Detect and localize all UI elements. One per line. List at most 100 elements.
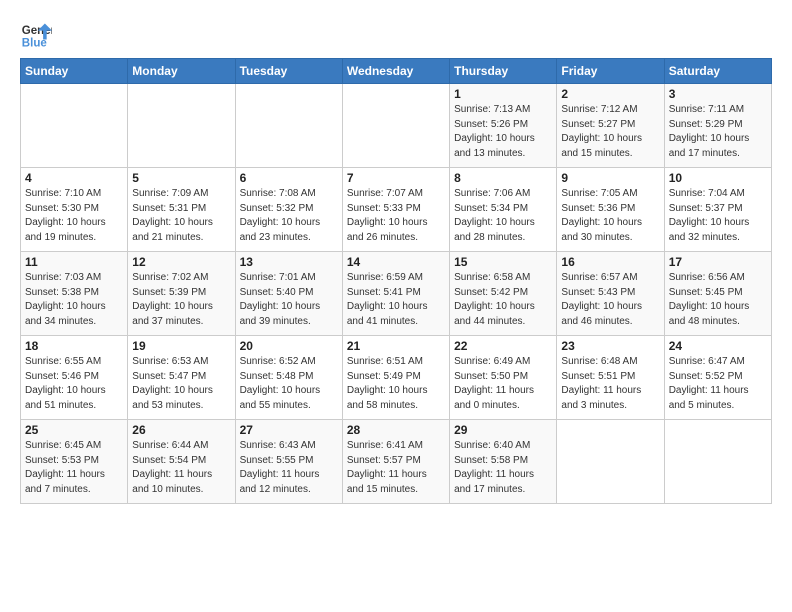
calendar-cell: 4 Sunrise: 7:10 AM Sunset: 5:30 PM Daylig… bbox=[21, 168, 128, 252]
logo: General Blue bbox=[20, 20, 52, 52]
calendar-cell bbox=[235, 84, 342, 168]
day-info: Sunrise: 6:52 AM Sunset: 5:48 PM Dayligh… bbox=[240, 355, 338, 413]
day-number: 1 bbox=[454, 87, 552, 101]
day-info: Sunrise: 7:11 AM Sunset: 5:29 PM Dayligh… bbox=[669, 103, 767, 161]
day-number: 8 bbox=[454, 171, 552, 185]
day-number: 28 bbox=[347, 423, 445, 437]
calendar-cell: 25 Sunrise: 6:45 AM Sunset: 5:53 PM Dayli… bbox=[21, 420, 128, 504]
calendar-cell: 22Sunrise: 6:49 AM Sunset: 5:50 PM Dayli… bbox=[450, 336, 557, 420]
calendar-body: 1 Sunrise: 7:13 AM Sunset: 5:26 PM Daylig… bbox=[21, 84, 772, 504]
day-info: Sunrise: 7:03 AM Sunset: 5:38 PM Dayligh… bbox=[25, 271, 123, 329]
day-number: 6 bbox=[240, 171, 338, 185]
day-info: Sunrise: 7:09 AM Sunset: 5:31 PM Dayligh… bbox=[132, 187, 230, 245]
calendar-cell: 5Sunrise: 7:09 AM Sunset: 5:31 PM Daylig… bbox=[128, 168, 235, 252]
header: General Blue bbox=[20, 16, 772, 52]
calendar-week-row: 25 Sunrise: 6:45 AM Sunset: 5:53 PM Dayli… bbox=[21, 420, 772, 504]
day-number: 16 bbox=[561, 255, 659, 269]
calendar-week-row: 18 Sunrise: 6:55 AM Sunset: 5:46 PM Dayli… bbox=[21, 336, 772, 420]
day-number: 13 bbox=[240, 255, 338, 269]
day-number: 20 bbox=[240, 339, 338, 353]
day-number: 26 bbox=[132, 423, 230, 437]
day-info: Sunrise: 6:47 AM Sunset: 5:52 PM Dayligh… bbox=[669, 355, 767, 413]
calendar-table: SundayMondayTuesdayWednesdayThursdayFrid… bbox=[20, 58, 772, 504]
day-info: Sunrise: 6:40 AM Sunset: 5:58 PM Dayligh… bbox=[454, 439, 552, 497]
calendar-week-row: 1 Sunrise: 7:13 AM Sunset: 5:26 PM Daylig… bbox=[21, 84, 772, 168]
day-number: 11 bbox=[25, 255, 123, 269]
calendar-cell bbox=[21, 84, 128, 168]
calendar-cell: 6Sunrise: 7:08 AM Sunset: 5:32 PM Daylig… bbox=[235, 168, 342, 252]
day-number: 2 bbox=[561, 87, 659, 101]
day-info: Sunrise: 7:10 AM Sunset: 5:30 PM Dayligh… bbox=[25, 187, 123, 245]
weekday-header-sunday: Sunday bbox=[21, 59, 128, 84]
calendar-cell: 27 Sunrise: 6:43 AM Sunset: 5:55 PM Dayli… bbox=[235, 420, 342, 504]
day-info: Sunrise: 6:45 AM Sunset: 5:53 PM Dayligh… bbox=[25, 439, 123, 497]
day-info: Sunrise: 7:04 AM Sunset: 5:37 PM Dayligh… bbox=[669, 187, 767, 245]
calendar-cell: 11 Sunrise: 7:03 AM Sunset: 5:38 PM Dayli… bbox=[21, 252, 128, 336]
day-info: Sunrise: 7:05 AM Sunset: 5:36 PM Dayligh… bbox=[561, 187, 659, 245]
calendar-cell bbox=[128, 84, 235, 168]
weekday-header-wednesday: Wednesday bbox=[342, 59, 449, 84]
day-info: Sunrise: 6:49 AM Sunset: 5:50 PM Dayligh… bbox=[454, 355, 552, 413]
calendar-cell: 9 Sunrise: 7:05 AM Sunset: 5:36 PM Daylig… bbox=[557, 168, 664, 252]
calendar-cell: 13 Sunrise: 7:01 AM Sunset: 5:40 PM Dayli… bbox=[235, 252, 342, 336]
day-number: 17 bbox=[669, 255, 767, 269]
day-number: 4 bbox=[25, 171, 123, 185]
day-number: 27 bbox=[240, 423, 338, 437]
calendar-cell: 19 Sunrise: 6:53 AM Sunset: 5:47 PM Dayli… bbox=[128, 336, 235, 420]
logo-icon: General Blue bbox=[20, 20, 52, 52]
calendar-cell: 20 Sunrise: 6:52 AM Sunset: 5:48 PM Dayli… bbox=[235, 336, 342, 420]
day-number: 10 bbox=[669, 171, 767, 185]
day-info: Sunrise: 6:43 AM Sunset: 5:55 PM Dayligh… bbox=[240, 439, 338, 497]
calendar-cell: 26 Sunrise: 6:44 AM Sunset: 5:54 PM Dayli… bbox=[128, 420, 235, 504]
calendar-cell: 24 Sunrise: 6:47 AM Sunset: 5:52 PM Dayli… bbox=[664, 336, 771, 420]
day-number: 3 bbox=[669, 87, 767, 101]
calendar-cell: 18 Sunrise: 6:55 AM Sunset: 5:46 PM Dayli… bbox=[21, 336, 128, 420]
day-info: Sunrise: 6:51 AM Sunset: 5:49 PM Dayligh… bbox=[347, 355, 445, 413]
day-info: Sunrise: 6:55 AM Sunset: 5:46 PM Dayligh… bbox=[25, 355, 123, 413]
day-info: Sunrise: 6:44 AM Sunset: 5:54 PM Dayligh… bbox=[132, 439, 230, 497]
day-info: Sunrise: 6:56 AM Sunset: 5:45 PM Dayligh… bbox=[669, 271, 767, 329]
day-number: 25 bbox=[25, 423, 123, 437]
weekday-header-friday: Friday bbox=[557, 59, 664, 84]
day-info: Sunrise: 7:06 AM Sunset: 5:34 PM Dayligh… bbox=[454, 187, 552, 245]
weekday-header-tuesday: Tuesday bbox=[235, 59, 342, 84]
day-info: Sunrise: 7:07 AM Sunset: 5:33 PM Dayligh… bbox=[347, 187, 445, 245]
calendar-cell: 8 Sunrise: 7:06 AM Sunset: 5:34 PM Daylig… bbox=[450, 168, 557, 252]
calendar-cell bbox=[342, 84, 449, 168]
page: General Blue SundayMondayTuesdayWednesda… bbox=[0, 0, 792, 514]
day-number: 21 bbox=[347, 339, 445, 353]
calendar-cell: 17 Sunrise: 6:56 AM Sunset: 5:45 PM Dayli… bbox=[664, 252, 771, 336]
day-number: 12 bbox=[132, 255, 230, 269]
calendar-cell: 2 Sunrise: 7:12 AM Sunset: 5:27 PM Daylig… bbox=[557, 84, 664, 168]
day-number: 19 bbox=[132, 339, 230, 353]
day-number: 15 bbox=[454, 255, 552, 269]
day-info: Sunrise: 6:59 AM Sunset: 5:41 PM Dayligh… bbox=[347, 271, 445, 329]
day-number: 14 bbox=[347, 255, 445, 269]
calendar-cell bbox=[557, 420, 664, 504]
calendar-week-row: 4 Sunrise: 7:10 AM Sunset: 5:30 PM Daylig… bbox=[21, 168, 772, 252]
day-info: Sunrise: 7:13 AM Sunset: 5:26 PM Dayligh… bbox=[454, 103, 552, 161]
calendar-header-row: SundayMondayTuesdayWednesdayThursdayFrid… bbox=[21, 59, 772, 84]
calendar-cell: 16 Sunrise: 6:57 AM Sunset: 5:43 PM Dayli… bbox=[557, 252, 664, 336]
calendar-cell bbox=[664, 420, 771, 504]
day-info: Sunrise: 6:48 AM Sunset: 5:51 PM Dayligh… bbox=[561, 355, 659, 413]
calendar-cell: 3 Sunrise: 7:11 AM Sunset: 5:29 PM Daylig… bbox=[664, 84, 771, 168]
day-info: Sunrise: 6:53 AM Sunset: 5:47 PM Dayligh… bbox=[132, 355, 230, 413]
day-number: 18 bbox=[25, 339, 123, 353]
calendar-cell: 14 Sunrise: 6:59 AM Sunset: 5:41 PM Dayli… bbox=[342, 252, 449, 336]
calendar-cell: 10 Sunrise: 7:04 AM Sunset: 5:37 PM Dayli… bbox=[664, 168, 771, 252]
day-number: 9 bbox=[561, 171, 659, 185]
calendar-cell: 23 Sunrise: 6:48 AM Sunset: 5:51 PM Dayli… bbox=[557, 336, 664, 420]
weekday-header-saturday: Saturday bbox=[664, 59, 771, 84]
day-info: Sunrise: 7:01 AM Sunset: 5:40 PM Dayligh… bbox=[240, 271, 338, 329]
calendar-cell: 7Sunrise: 7:07 AM Sunset: 5:33 PM Daylig… bbox=[342, 168, 449, 252]
day-number: 24 bbox=[669, 339, 767, 353]
day-info: Sunrise: 6:57 AM Sunset: 5:43 PM Dayligh… bbox=[561, 271, 659, 329]
day-info: Sunrise: 7:12 AM Sunset: 5:27 PM Dayligh… bbox=[561, 103, 659, 161]
day-info: Sunrise: 6:58 AM Sunset: 5:42 PM Dayligh… bbox=[454, 271, 552, 329]
day-number: 23 bbox=[561, 339, 659, 353]
calendar-cell: 15 Sunrise: 6:58 AM Sunset: 5:42 PM Dayli… bbox=[450, 252, 557, 336]
weekday-header-monday: Monday bbox=[128, 59, 235, 84]
day-info: Sunrise: 6:41 AM Sunset: 5:57 PM Dayligh… bbox=[347, 439, 445, 497]
day-info: Sunrise: 7:02 AM Sunset: 5:39 PM Dayligh… bbox=[132, 271, 230, 329]
